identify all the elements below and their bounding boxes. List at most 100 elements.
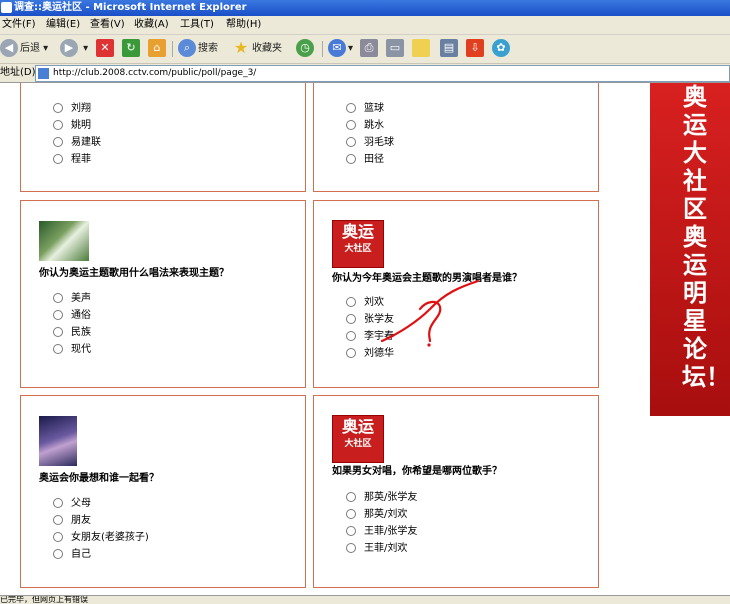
poll-option[interactable]: 刘德华 bbox=[346, 347, 394, 360]
menu-view[interactable]: 查看(V) bbox=[90, 16, 125, 34]
poll-question: 你认为今年奥运会主题歌的男演唱者是谁？ bbox=[332, 273, 522, 284]
option-label: 那英/张学友 bbox=[364, 492, 418, 503]
poll-card-male-singer: 奥运大社区 你认为今年奥运会主题歌的男演唱者是谁？ 刘欢 张学友 李宇春 刘德华 bbox=[313, 200, 599, 388]
star-icon: ★ bbox=[233, 38, 249, 57]
poll-question: 你认为奥运主题歌用什么唱法来表现主题？ bbox=[39, 268, 229, 279]
poll-option[interactable]: 易建联 bbox=[53, 136, 101, 149]
option-label: 通俗 bbox=[71, 310, 91, 321]
poll-option[interactable]: 那英/张学友 bbox=[346, 491, 417, 504]
radio-button[interactable] bbox=[53, 344, 63, 354]
favorites-label: 收藏夹 bbox=[252, 43, 282, 54]
logo-text: 奥运 bbox=[341, 222, 374, 241]
option-label: 父母 bbox=[71, 498, 91, 509]
edit-icon: ▭ bbox=[386, 39, 404, 57]
back-label: 后退 bbox=[20, 43, 40, 54]
radio-button[interactable] bbox=[346, 526, 356, 536]
radio-button[interactable] bbox=[53, 310, 63, 320]
olympic-forum-banner[interactable]: 奥运大社区奥运明星论坛！ bbox=[650, 83, 730, 416]
radio-button[interactable] bbox=[53, 293, 63, 303]
stop-button[interactable]: ✕ bbox=[96, 39, 116, 59]
poll-option[interactable]: 姚明 bbox=[53, 119, 91, 132]
radio-button[interactable] bbox=[346, 120, 356, 130]
poll-question: 奥运会你最想和谁一起看？ bbox=[39, 473, 159, 484]
radio-button[interactable] bbox=[53, 327, 63, 337]
radio-button[interactable] bbox=[346, 137, 356, 147]
menu-edit[interactable]: 编辑(E) bbox=[46, 16, 80, 34]
option-label: 女朋友(老婆孩子) bbox=[71, 532, 149, 543]
home-button[interactable]: ⌂ bbox=[148, 39, 168, 59]
poll-option[interactable]: 张学友 bbox=[346, 313, 394, 326]
olympic-community-logo: 奥运 大社区 bbox=[332, 415, 384, 463]
poll-option[interactable]: 田径 bbox=[346, 153, 384, 166]
radio-button[interactable] bbox=[53, 103, 63, 113]
favorites-button[interactable]: ★ 收藏夹 bbox=[232, 39, 282, 59]
poll-option[interactable]: 李宇春 bbox=[346, 330, 394, 343]
option-label: 美声 bbox=[71, 293, 91, 304]
mail-icon: ✉ bbox=[328, 39, 346, 57]
poll-option[interactable]: 刘翔 bbox=[53, 102, 91, 115]
menu-file[interactable]: 文件(F) bbox=[2, 16, 36, 34]
msn-icon: ✿ bbox=[492, 39, 510, 57]
radio-button[interactable] bbox=[53, 120, 63, 130]
radio-button[interactable] bbox=[346, 154, 356, 164]
poll-option[interactable]: 美声 bbox=[53, 292, 91, 305]
refresh-icon: ↻ bbox=[122, 39, 140, 57]
address-bar: 地址(D) http://club.2008.cctv.com/public/p… bbox=[0, 64, 730, 83]
poll-option[interactable]: 女朋友(老婆孩子) bbox=[53, 531, 149, 544]
radio-button[interactable] bbox=[53, 498, 63, 508]
window-title: 调查::奥运社区 - Microsoft Internet Explorer bbox=[14, 2, 247, 13]
poll-option[interactable]: 朋友 bbox=[53, 514, 91, 527]
radio-button[interactable] bbox=[53, 154, 63, 164]
radio-button[interactable] bbox=[346, 103, 356, 113]
discuss-button[interactable] bbox=[412, 39, 432, 59]
banner-text: 奥运大社区奥运明星论坛！ bbox=[682, 83, 730, 391]
radio-button[interactable] bbox=[346, 509, 356, 519]
radio-button[interactable] bbox=[53, 515, 63, 525]
print-icon: ⎙ bbox=[360, 39, 378, 57]
edit-button[interactable]: ▭ bbox=[386, 39, 406, 59]
messenger-button[interactable]: ▤ bbox=[440, 39, 460, 59]
poll-option[interactable]: 篮球 bbox=[346, 102, 384, 115]
msn-button[interactable]: ✿ bbox=[492, 39, 512, 59]
address-url: http://club.2008.cctv.com/public/poll/pa… bbox=[53, 68, 257, 78]
poll-option[interactable]: 王菲/刘欢 bbox=[346, 542, 407, 555]
radio-button[interactable] bbox=[346, 348, 356, 358]
print-button[interactable]: ⎙ bbox=[360, 39, 380, 59]
logo-subtext: 大社区 bbox=[344, 244, 372, 254]
poll-card-athlete: 刘翔 姚明 易建联 程菲 bbox=[20, 83, 306, 192]
option-label: 自己 bbox=[71, 549, 91, 560]
menu-favorites[interactable]: 收藏(A) bbox=[134, 16, 169, 34]
poll-option[interactable]: 王菲/张学友 bbox=[346, 525, 417, 538]
poll-option[interactable]: 刘欢 bbox=[346, 296, 384, 309]
refresh-button[interactable]: ↻ bbox=[122, 39, 142, 59]
radio-button[interactable] bbox=[346, 492, 356, 502]
history-button[interactable]: ◷ bbox=[296, 39, 316, 59]
poll-option[interactable]: 羽毛球 bbox=[346, 136, 394, 149]
radio-button[interactable] bbox=[346, 543, 356, 553]
menu-tools[interactable]: 工具(T) bbox=[180, 16, 214, 34]
back-button[interactable]: ◀ 后退 ▾ bbox=[0, 39, 48, 59]
poll-option[interactable]: 现代 bbox=[53, 343, 91, 356]
poll-option[interactable]: 自己 bbox=[53, 548, 91, 561]
menu-help[interactable]: 帮助(H) bbox=[226, 16, 261, 34]
radio-button[interactable] bbox=[53, 532, 63, 542]
radio-button[interactable] bbox=[53, 549, 63, 559]
poll-card-duet: 奥运 大社区 如果男女对唱，你希望是哪两位歌手？ 那英/张学友 那英/刘欢 王菲/… bbox=[313, 395, 599, 588]
radio-button[interactable] bbox=[346, 297, 356, 307]
forward-button[interactable]: ▶ ▾ bbox=[60, 39, 88, 59]
poll-option[interactable]: 父母 bbox=[53, 497, 91, 510]
address-input[interactable]: http://club.2008.cctv.com/public/poll/pa… bbox=[35, 65, 730, 82]
search-button[interactable]: ⌕ 搜索 bbox=[178, 39, 218, 59]
download-button[interactable]: ⇩ bbox=[466, 39, 486, 59]
option-label: 篮球 bbox=[364, 103, 384, 114]
radio-button[interactable] bbox=[53, 137, 63, 147]
poll-option[interactable]: 通俗 bbox=[53, 309, 91, 322]
poll-option[interactable]: 民族 bbox=[53, 326, 91, 339]
menu-bar: 文件(F) 编辑(E) 查看(V) 收藏(A) 工具(T) 帮助(H) bbox=[0, 16, 730, 35]
poll-option[interactable]: 程菲 bbox=[53, 153, 91, 166]
poll-option[interactable]: 跳水 bbox=[346, 119, 384, 132]
poll-option[interactable]: 那英/刘欢 bbox=[346, 508, 407, 521]
radio-button[interactable] bbox=[346, 314, 356, 324]
mail-button[interactable]: ✉ ▾ bbox=[328, 39, 353, 59]
radio-button[interactable] bbox=[346, 331, 356, 341]
